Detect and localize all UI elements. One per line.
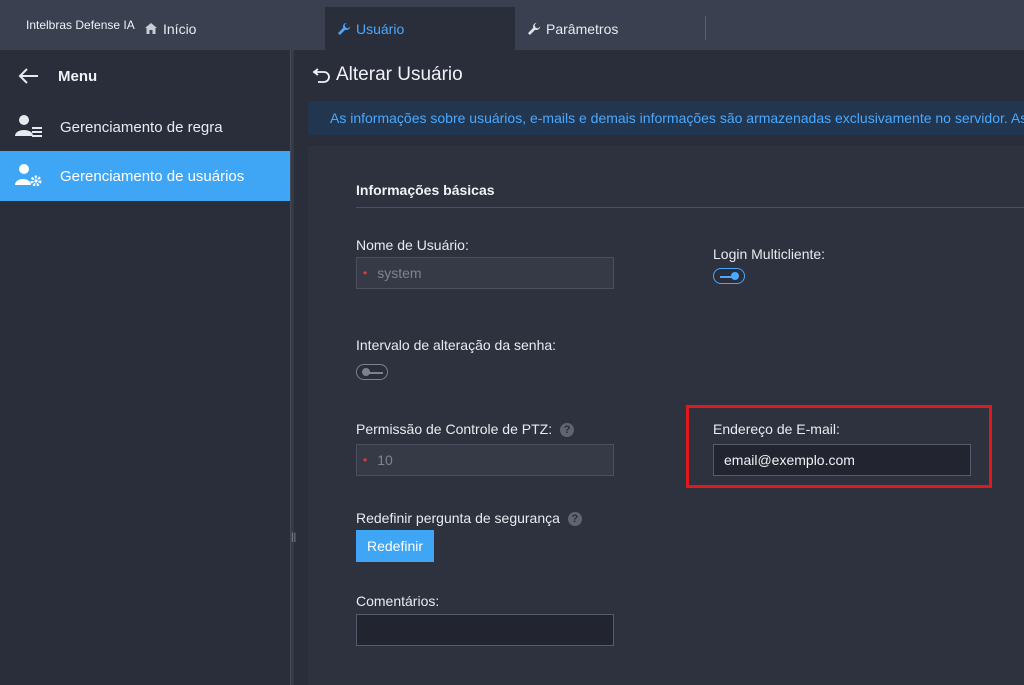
username-value: system <box>377 265 422 281</box>
ptz-value: 10 <box>377 452 393 468</box>
help-icon[interactable]: ? <box>560 423 575 438</box>
menu-header: Menu <box>0 50 290 102</box>
wrench-icon <box>528 22 540 35</box>
user-gear-icon <box>15 164 42 187</box>
section-divider <box>356 207 1024 208</box>
sidebar-item-rule-management[interactable]: Gerenciamento de regra <box>0 102 290 152</box>
tab-user[interactable]: Usuário <box>325 7 515 50</box>
password-interval-toggle[interactable] <box>356 364 388 380</box>
user-list-icon <box>15 115 42 137</box>
comments-field[interactable] <box>356 614 614 646</box>
back-arrow-icon[interactable] <box>18 66 40 86</box>
multiclient-toggle[interactable] <box>713 268 745 284</box>
brand-name: Intelbras Defense IA <box>26 18 135 32</box>
required-marker: • <box>363 266 368 280</box>
menu-label: Menu <box>58 67 98 85</box>
tab-separator <box>705 16 706 40</box>
required-marker: • <box>363 453 368 467</box>
security-question-label: Redefinir pergunta de segurança? <box>356 510 582 527</box>
tab-home[interactable]: Início <box>132 7 322 50</box>
wrench-icon <box>338 22 350 35</box>
ptz-field: • 10 <box>356 444 614 476</box>
home-icon <box>145 23 157 34</box>
page-title-text: Alterar Usuário <box>336 64 463 85</box>
sidebar-resize-handle[interactable] <box>290 50 294 685</box>
info-text: As informações sobre usuários, e-mails e… <box>330 110 1024 126</box>
password-interval-label: Intervalo de alteração da senha: <box>356 337 557 353</box>
tab-user-label: Usuário <box>356 20 405 37</box>
sidebar-item-user-management[interactable]: Gerenciamento de usuários <box>0 151 290 201</box>
ptz-label-text: Permissão de Controle de PTZ: <box>356 421 553 437</box>
multiclient-label: Login Multicliente: <box>713 246 826 262</box>
username-label: Nome de Usuário: <box>356 237 469 253</box>
security-question-label-text: Redefinir pergunta de segurança <box>356 510 560 526</box>
top-bar: Intelbras Defense IA Início Usuário Parâ… <box>0 0 1024 50</box>
tab-home-label: Início <box>163 20 197 37</box>
tab-parameters-label: Parâmetros <box>546 20 619 37</box>
resize-grip-icon[interactable]: || <box>291 532 296 543</box>
comments-label: Comentários: <box>356 593 440 609</box>
sidebar: Menu Gerenciamento de regra Gerenciament… <box>0 50 290 685</box>
ptz-label: Permissão de Controle de PTZ:? <box>356 421 575 438</box>
section-title: Informações básicas <box>356 182 495 198</box>
reset-button[interactable]: Redefinir <box>356 530 434 562</box>
help-icon[interactable]: ? <box>567 512 582 527</box>
tab-parameters[interactable]: Parâmetros <box>515 7 705 50</box>
email-highlight-box <box>686 405 992 488</box>
sidebar-item-label: Gerenciamento de usuários <box>60 167 245 185</box>
undo-icon[interactable] <box>312 66 332 84</box>
sidebar-item-label: Gerenciamento de regra <box>60 118 223 136</box>
page-title: Alterar Usuário <box>312 64 463 86</box>
username-field: • system <box>356 257 614 289</box>
info-banner: As informações sobre usuários, e-mails e… <box>308 101 1024 135</box>
